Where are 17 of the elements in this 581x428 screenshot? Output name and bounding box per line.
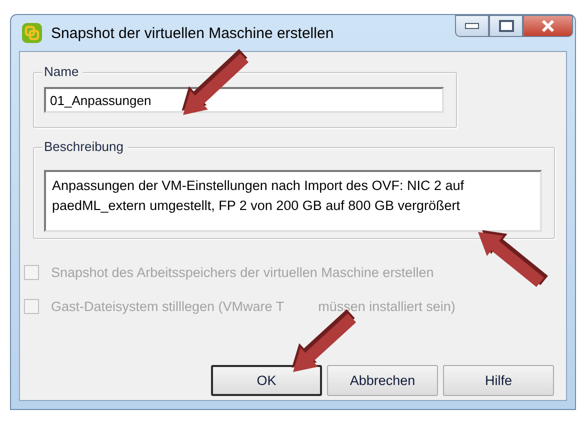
arrow [478, 230, 548, 287]
checkbox-label: Gast-Dateisystem stilllegen (VMware T [51, 299, 284, 314]
arrow [182, 49, 249, 115]
app-logo-icon [21, 22, 43, 44]
group-label: Beschreibung [42, 139, 128, 155]
ok-button[interactable]: OK [211, 365, 322, 396]
checkbox-label: müssen installiert sein) [318, 299, 456, 314]
close-icon [540, 19, 556, 33]
checkbox-label: Snapshot des Arbeitsspeichers der virtuellen Maschine erstellen [51, 265, 434, 280]
maximize-button[interactable] [489, 15, 523, 37]
cancel-button[interactable]: Abbrechen [327, 365, 438, 396]
name-field[interactable]: 01_Anpassungen [44, 87, 444, 113]
close-button[interactable] [523, 15, 573, 37]
window-title: Snapshot der virtuellen Maschine erstellen [51, 24, 334, 42]
description-field[interactable]: Anpassungen der VM-Einstellungen nach Import des OVF: NIC 2 auf paedML_extern umgestellt, FP 2 von 200 GB auf 800 GB vergrößert [44, 170, 542, 232]
help-button[interactable]: Hilfe [443, 365, 554, 396]
minimize-button[interactable] [455, 15, 489, 37]
